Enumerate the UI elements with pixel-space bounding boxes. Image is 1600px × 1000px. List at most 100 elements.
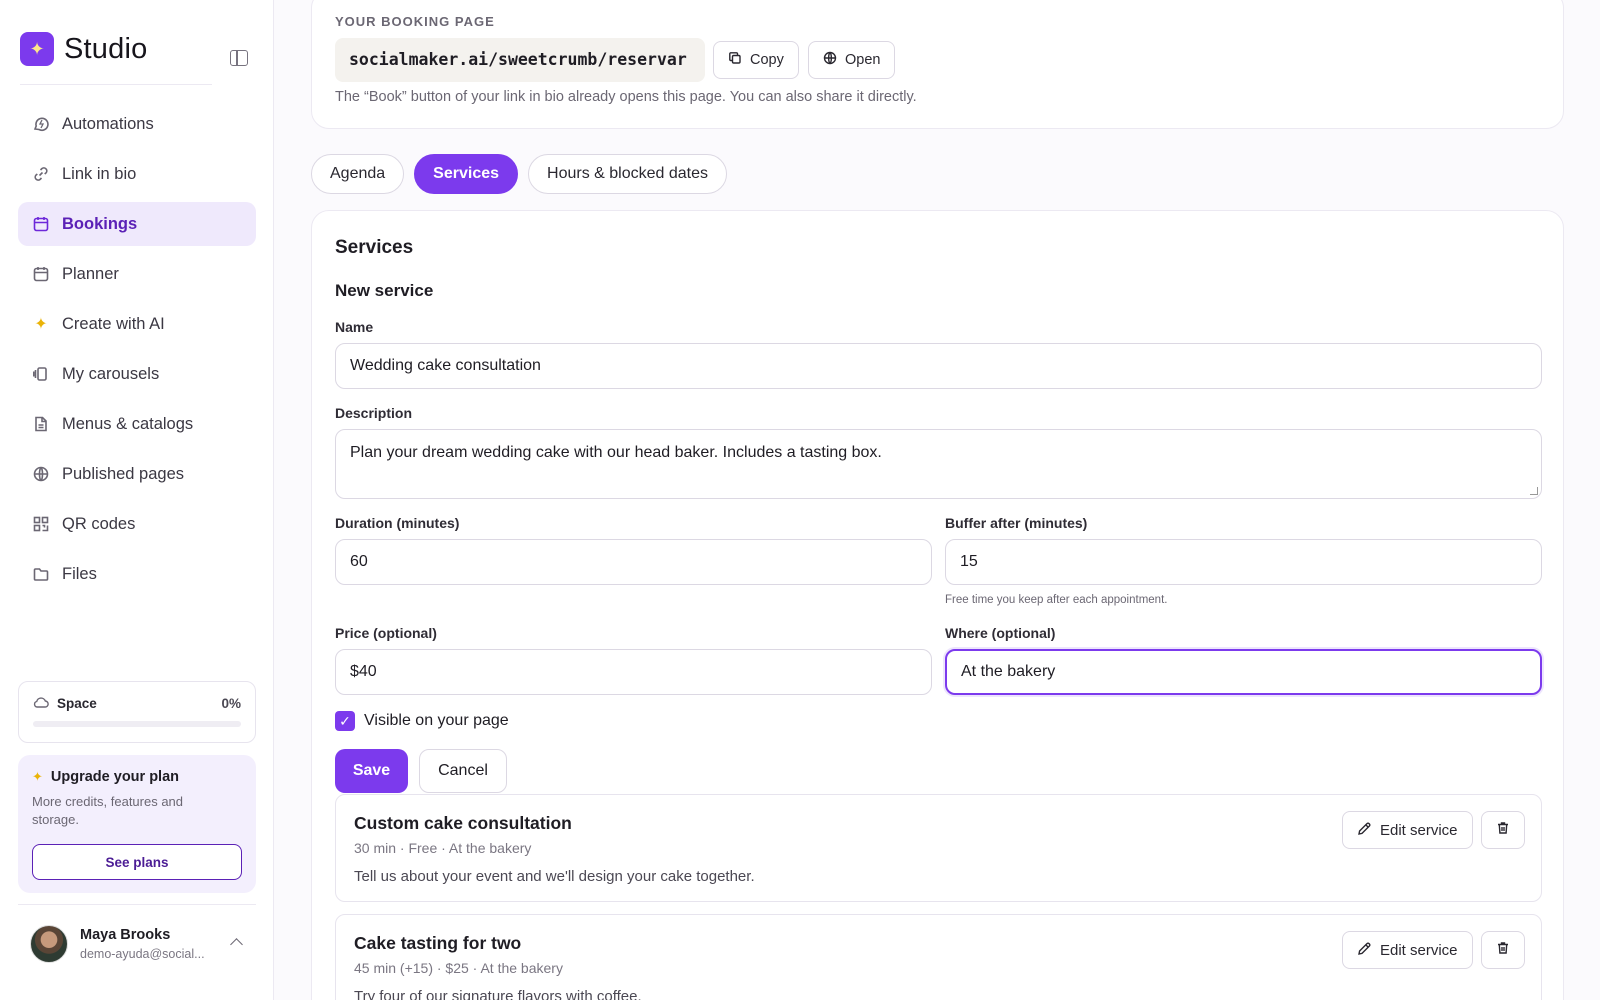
automation-icon <box>32 115 50 133</box>
buffer-label: Buffer after (minutes) <box>945 515 1088 531</box>
copy-button[interactable]: Copy <box>713 41 799 79</box>
space-progress-bar <box>33 721 241 727</box>
booking-page-hint: The “Book” button of your link in bio al… <box>335 89 917 105</box>
sparkle-logo-icon: ✦ <box>20 32 54 66</box>
edit-service-button[interactable]: Edit service <box>1342 931 1473 969</box>
buffer-help-text: Free time you keep after each appointmen… <box>945 594 1168 606</box>
booking-page-label: YOUR BOOKING PAGE <box>335 14 495 29</box>
upgrade-title: Upgrade your plan <box>50 769 180 785</box>
new-service-heading: New service <box>335 281 434 300</box>
document-icon <box>32 415 50 433</box>
booking-url[interactable]: socialmaker.ai/sweetcrumb/reservar <box>335 38 705 82</box>
space-label: Space <box>57 696 97 711</box>
cancel-button[interactable]: Cancel <box>419 749 507 793</box>
sidebar-item-label: Published pages <box>62 464 185 483</box>
sparkle-icon: ✦ <box>32 769 43 784</box>
service-description-textarea[interactable]: Plan your dream wedding cake with our he… <box>335 429 1542 499</box>
visible-checkbox[interactable]: ✓ <box>335 711 355 731</box>
resize-handle-icon[interactable] <box>1530 487 1538 495</box>
app-name: Studio <box>64 32 148 65</box>
service-meta: 30 min · Free · At the bakery <box>354 840 532 856</box>
sparkle-icon: ✦ <box>34 316 48 333</box>
brand[interactable]: ✦ Studio <box>20 32 147 66</box>
service-list-item: Custom cake consultation 30 min · Free ·… <box>335 794 1542 902</box>
services-card: Services New service Name Wedding cake c… <box>311 210 1564 1000</box>
edit-service-label: Edit service <box>1380 941 1458 959</box>
pencil-icon <box>1357 941 1372 960</box>
calendar-icon <box>32 265 50 283</box>
price-label: Price (optional) <box>335 625 437 641</box>
service-meta: 45 min (+15) · $25 · At the bakery <box>354 960 563 976</box>
sidebar-item-published-pages[interactable]: Published pages <box>18 452 256 496</box>
sidebar-item-label: Link in bio <box>62 164 137 183</box>
avatar <box>30 925 68 963</box>
bookings-tabs: Agenda Services Hours & blocked dates <box>311 154 727 194</box>
price-input[interactable]: $40 <box>335 649 932 695</box>
sidebar-item-link-in-bio[interactable]: Link in bio <box>18 152 256 196</box>
services-heading: Services <box>335 237 414 258</box>
copy-icon <box>728 51 742 69</box>
chevron-up-icon[interactable] <box>230 938 243 951</box>
duration-input[interactable]: 60 <box>335 539 932 585</box>
sidebar-item-label: Bookings <box>62 214 138 233</box>
sidebar-nav: Automations Link in bio Bookings Planner… <box>18 102 256 602</box>
divider <box>18 904 256 905</box>
description-label: Description <box>335 405 413 421</box>
tab-agenda[interactable]: Agenda <box>311 154 405 194</box>
copy-label: Copy <box>750 52 784 68</box>
storage-space-card: Space 0% <box>18 681 256 743</box>
sidebar-item-files[interactable]: Files <box>18 552 256 596</box>
edit-service-label: Edit service <box>1380 821 1458 839</box>
qr-icon <box>32 515 50 533</box>
sidebar-toggle-icon[interactable] <box>230 50 248 66</box>
sidebar: ✦ Studio Automations Link in bio Booking… <box>0 0 274 1000</box>
visible-toggle[interactable]: ✓ Visible on your page <box>335 711 509 731</box>
duration-label: Duration (minutes) <box>335 515 460 531</box>
sidebar-item-create-with-ai[interactable]: ✦ Create with AI <box>18 302 256 346</box>
user-menu[interactable]: Maya Brooks demo-ayuda@social... <box>30 925 205 963</box>
globe-icon <box>32 465 50 483</box>
where-input[interactable]: At the bakery <box>945 649 1542 695</box>
sidebar-item-qr-codes[interactable]: QR codes <box>18 502 256 546</box>
description-text: Plan your dream wedding cake with our he… <box>350 444 882 461</box>
buffer-input[interactable]: 15 <box>945 539 1542 585</box>
delete-service-button[interactable] <box>1481 931 1525 969</box>
sidebar-item-label: QR codes <box>62 514 136 533</box>
divider <box>20 84 212 85</box>
globe-icon <box>823 51 837 69</box>
user-email: demo-ayuda@social... <box>80 947 205 961</box>
upgrade-card: ✦ Upgrade your plan More credits, featur… <box>18 755 256 893</box>
carousel-icon <box>32 365 50 383</box>
sidebar-item-label: My carousels <box>62 364 160 383</box>
cloud-icon <box>33 696 49 711</box>
sidebar-item-my-carousels[interactable]: My carousels <box>18 352 256 396</box>
tab-hours-blocked-dates[interactable]: Hours & blocked dates <box>528 154 727 194</box>
service-name: Cake tasting for two <box>354 933 522 953</box>
sidebar-item-planner[interactable]: Planner <box>18 252 256 296</box>
save-button[interactable]: Save <box>335 749 408 793</box>
service-name: Custom cake consultation <box>354 813 572 833</box>
see-plans-button[interactable]: See plans <box>32 844 242 880</box>
trash-icon <box>1496 941 1510 960</box>
trash-icon <box>1496 821 1510 840</box>
tab-services[interactable]: Services <box>414 154 519 194</box>
sidebar-item-automations[interactable]: Automations <box>18 102 256 146</box>
name-label: Name <box>335 319 374 335</box>
sidebar-item-label: Planner <box>62 264 119 283</box>
booking-page-card: YOUR BOOKING PAGE socialmaker.ai/sweetcr… <box>311 0 1564 129</box>
open-button[interactable]: Open <box>808 41 896 79</box>
edit-service-button[interactable]: Edit service <box>1342 811 1473 849</box>
sidebar-item-bookings[interactable]: Bookings <box>18 202 256 246</box>
where-label: Where (optional) <box>945 625 1056 641</box>
upgrade-description: More credits, features and storage. <box>32 794 184 827</box>
user-name: Maya Brooks <box>80 927 171 943</box>
sidebar-item-label: Files <box>62 564 97 583</box>
pencil-icon <box>1357 821 1372 840</box>
visible-label: Visible on your page <box>364 712 509 729</box>
service-name-input[interactable]: Wedding cake consultation <box>335 343 1542 389</box>
delete-service-button[interactable] <box>1481 811 1525 849</box>
space-percent: 0% <box>221 696 241 711</box>
sidebar-item-menus-catalogs[interactable]: Menus & catalogs <box>18 402 256 446</box>
sidebar-item-label: Automations <box>62 114 154 133</box>
sidebar-item-label: Menus & catalogs <box>62 414 194 433</box>
